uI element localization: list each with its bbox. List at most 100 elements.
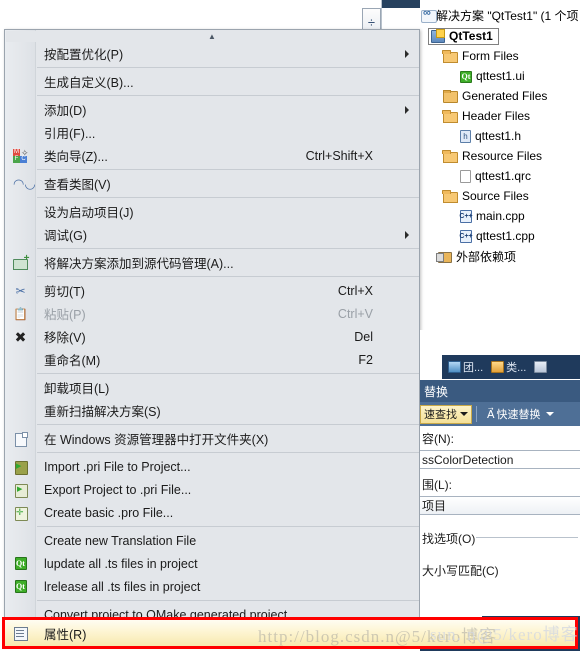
menu-item-z[interactable]: M F C ✧ 类向导(Z)... Ctrl+Shift+X [5,144,419,167]
find-what-input[interactable]: ssColorDetection [420,450,580,469]
source-control-icon [5,251,36,274]
tool-tab-团[interactable]: 团... [444,355,487,379]
scope-combobox[interactable]: 项目 [420,496,580,515]
tree-node-label: qttest1.cpp [476,229,535,243]
menu-item-label: lupdate all .ts files in project [44,556,198,571]
menu-item-f[interactable]: 引用(F)... [5,121,419,144]
menu-item-properties[interactable]: 属性(R) [5,620,575,646]
cpp-file-icon: C++ [458,209,473,223]
windows-explorer-icon [5,427,36,450]
tree-node-selection: QtTest1 [428,27,499,45]
class-view-icon [491,361,505,373]
menu-item-s[interactable]: 重新扫描解决方案(S) [5,399,419,422]
tree-node-label: qttest1.qrc [475,169,532,183]
menu-scroll-up-button[interactable]: ▲ [6,31,418,42]
menu-item-create-basic-pro-file[interactable]: Create basic .pro File... [5,501,419,524]
menu-separator [37,67,419,68]
menu-item-v[interactable]: ✖ 移除(V) Del [5,325,419,348]
tree-node-generated-files[interactable]: Generated Files [420,86,580,106]
paste-icon: 📋 [13,306,28,321]
properties-icon [5,626,36,641]
menu-item-import-pri-file-to-project[interactable]: Import .pri File to Project... [5,455,419,478]
menu-item-b[interactable]: 生成自定义(B)... [5,70,419,93]
tree-node-header-files[interactable]: Header Files [420,106,580,126]
find-replace-toolbar[interactable]: 速查找 A⃗ 快速替换 [420,402,580,426]
tree-node-qttest1-cpp[interactable]: C++ qttest1.cpp [420,226,580,246]
menu-item-create-new-translation-file[interactable]: Create new Translation File [5,529,419,552]
menu-item-label: 粘贴(P) [44,308,86,322]
editor-background [0,0,362,26]
menu-item-d[interactable]: 添加(D) [5,98,419,121]
bottom-right-panel: 团... 类... 替换 速查找 A⃗ 快速替换 容(N): ssColorDet… [420,330,580,651]
menu-item-g[interactable]: 调试(G) [5,223,419,246]
menu-item-label: 移除(V) [44,331,86,345]
tree-node-label: 外部依赖项 [456,249,517,264]
menu-separator [37,600,419,601]
menu-item-shortcut: Ctrl+Shift+X [305,148,373,163]
tree-node-qttest1-qrc[interactable]: qttest1.qrc [420,166,580,186]
chevron-up-icon: ▲ [208,31,216,41]
tree-node-resource-files[interactable]: Resource Files [420,146,580,166]
tree-node-qttest1-h[interactable]: h qttest1.h [420,126,580,146]
menu-separator [37,95,419,96]
menu-item-shortcut: Del [354,329,373,344]
menu-item-shortcut: Ctrl+X [337,283,373,298]
menu-item-label: lrelease all .ts files in project [44,579,201,594]
qt-linguist-icon: Qt [14,557,27,570]
solution-icon [420,7,437,23]
screenshot-root: ÷ 解决方案 "QtTest1" (1 个项 QtTest1 Form Files… [0,0,580,651]
submenu-arrow-icon [405,230,409,239]
match-case-label: 大小写匹配(C) [422,564,499,578]
menu-item-m[interactable]: 重命名(M) F2 [5,348,419,371]
import-pri-icon [5,455,36,478]
tree-node-qttest1[interactable]: QtTest1 [420,26,580,46]
tree-node-label: Source Files [462,189,529,203]
submenu-arrow-icon [405,105,409,114]
class-diagram-icon: ◠◡ [13,175,36,191]
group-divider [476,537,578,538]
menu-item-a[interactable]: 将解决方案添加到源代码管理(A)... [5,251,419,274]
menu-item-label: 调试(G) [44,229,88,243]
quick-find-button[interactable]: 速查找 [420,404,472,424]
tool-window-tabstrip[interactable]: 团... 类... [420,355,580,379]
tool-tab-properties[interactable] [530,355,553,379]
menu-item-p[interactable]: 按配置优化(P) [5,42,419,65]
menu-item-l[interactable]: 卸载项目(L) [5,376,419,399]
menu-item-label: 查看类图(V) [44,178,111,192]
tree-node-form-files[interactable]: Form Files [420,46,580,66]
menu-item-v[interactable]: ◠◡ 查看类图(V) [5,172,419,195]
find-replace-title: 替换 [420,380,580,402]
menu-item-label: 类向导(Z)... [44,150,108,164]
tree-node--[interactable]: 外部依赖项 [420,246,580,266]
menu-item-windows-x[interactable]: 在 Windows 资源管理器中打开文件夹(X) [5,427,419,450]
menu-item-icon-placeholder [5,200,36,223]
menu-separator [37,452,419,453]
quick-replace-label: 快速替换 [496,409,541,421]
menu-item-label: 卸载项目(L) [44,382,110,396]
menu-item-lrelease-all-ts-files-in-project[interactable]: Qt lrelease all .ts files in project [5,575,419,598]
project-context-menu[interactable]: ▲ 按配置优化(P) 生成自定义(B)... 添加(D) 引用(F)... M F C ✧ 类向… [4,29,420,645]
menu-item-export-project-to-pri-file[interactable]: Export Project to .pri File... [5,478,419,501]
find-what-value: ssColorDetection [422,452,514,467]
tool-tab-类[interactable]: 类... [487,355,530,379]
match-case-checkbox[interactable]: 大小写匹配(C) [422,562,499,579]
menu-item-list[interactable]: 按配置优化(P) 生成自定义(B)... 添加(D) 引用(F)... M F C ✧ 类向导(… [5,42,419,645]
menu-item-lupdate-all-ts-files-in-project[interactable]: Qt lupdate all .ts files in project [5,552,419,575]
tree-node-qttest1-ui[interactable]: Qt qttest1.ui [420,66,580,86]
folder-external-icon [436,249,452,263]
quick-replace-button[interactable]: A⃗ 快速替换 [481,406,554,422]
tool-tab-label: 类... [506,362,527,374]
find-replace-title-label: 替换 [424,384,449,399]
tree-node-source-files[interactable]: Source Files [420,186,580,206]
solution-explorer-header: 解决方案 "QtTest1" (1 个项 [420,6,580,24]
menu-separator [37,373,419,374]
menu-item-label: 生成自定义(B)... [44,76,134,90]
menu-item-label: 添加(D) [44,104,87,118]
menu-item-icon-placeholder [5,121,36,144]
menu-item-j[interactable]: 设为启动项目(J) [5,200,419,223]
menu-item-t[interactable]: ✂ 剪切(T) Ctrl+X [5,279,419,302]
toolbar-separator [476,406,477,422]
tree-node-label: Header Files [462,109,531,123]
menu-item-label: 在 Windows 资源管理器中打开文件夹(X) [44,433,269,447]
tree-node-main-cpp[interactable]: C++ main.cpp [420,206,580,226]
